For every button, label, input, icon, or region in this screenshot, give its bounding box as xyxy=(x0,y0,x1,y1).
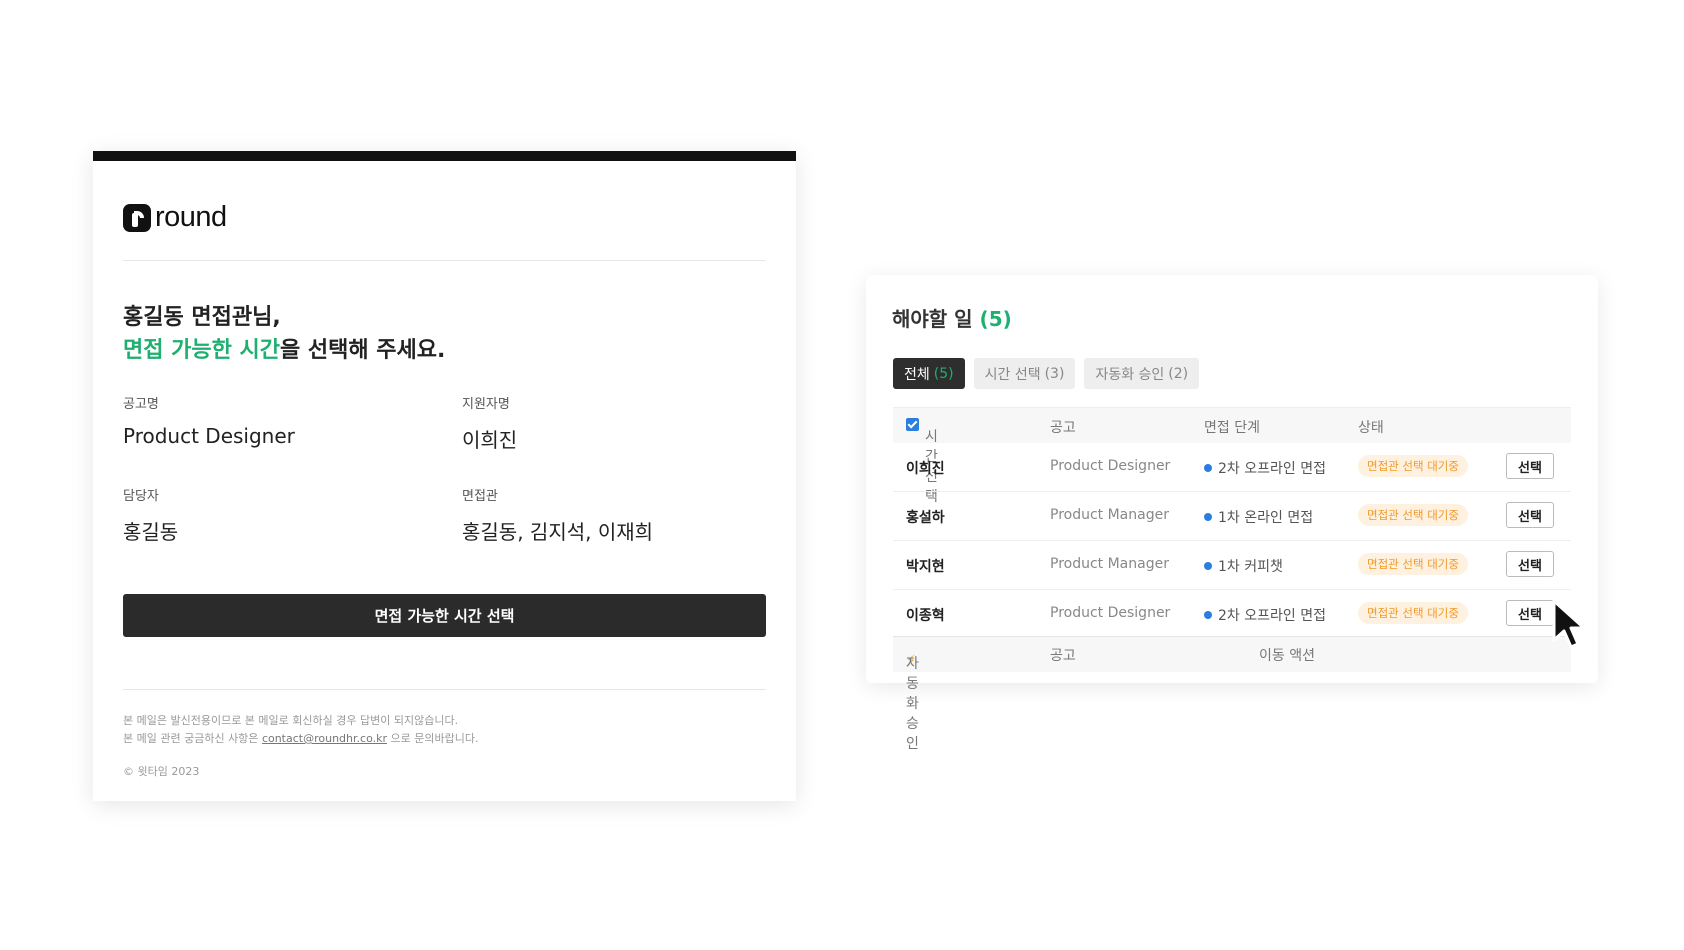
mouse-pointer-icon xyxy=(1552,599,1586,649)
status-badge: 면접관 선택 대기중 xyxy=(1358,553,1468,575)
field-interviewers: 면접관 홍길동, 김지석, 이재희 xyxy=(462,485,653,545)
status-badge: 면접관 선택 대기중 xyxy=(1358,455,1468,477)
table-row: 홍설하 Product Manager 1차 온라인 면접 면접관 선택 대기중… xyxy=(893,492,1571,541)
interview-stage: 2차 오프라인 면접 xyxy=(1204,605,1326,625)
header-divider xyxy=(123,260,766,261)
tab-count: (2) xyxy=(1168,365,1189,382)
greeting-line2: 면접 가능한 시간을 선택해 주세요. xyxy=(123,334,445,367)
interview-stage: 1차 온라인 면접 xyxy=(1204,507,1313,527)
interview-stage: 1차 커피챗 xyxy=(1204,556,1283,576)
field-applicant: 지원자명 이희진 xyxy=(462,393,517,453)
field-value: Product Designer xyxy=(123,424,295,448)
field-value: 홍길동, 김지석, 이재희 xyxy=(462,520,654,544)
table-header: 시간 선택 공고 면접 단계 상태 xyxy=(893,407,1571,505)
field-label: 지원자명 xyxy=(462,397,510,412)
candidate-name: 박지현 xyxy=(906,559,945,575)
footer-contact-post: 으로 문의바랍니다. xyxy=(390,732,479,745)
stage-text: 2차 오프라인 면접 xyxy=(1218,461,1326,477)
greeting-line1: 홍길동 면접관님, xyxy=(123,305,281,330)
footer-contact: 본 메일 관련 궁금하신 사항은 contact@roundhr.co.kr 으… xyxy=(123,730,478,746)
header-time-select[interactable]: 시간 선택 xyxy=(906,417,938,505)
email-card: round 홍길동 면접관님, 면접 가능한 시간을 선택해 주세요. 공고명 … xyxy=(93,151,796,801)
round-logo-icon xyxy=(123,203,151,232)
job-title: Product Manager xyxy=(1050,556,1169,572)
status-badge: 면접관 선택 대기중 xyxy=(1358,602,1468,624)
tab-label: 전체 xyxy=(904,366,930,383)
auto-approve-text: 자동화 승인 xyxy=(906,656,919,752)
footer-move-action: 이동 액션 xyxy=(1259,648,1315,664)
copyright: © 윗타임 2023 xyxy=(123,765,200,778)
tab-time-select[interactable]: 시간 선택 (3) xyxy=(973,358,1076,389)
header-stage: 면접 단계 xyxy=(1204,420,1260,436)
contact-email-link[interactable]: contact@roundhr.co.kr xyxy=(262,732,387,745)
greeting-rest: 을 선택해 주세요. xyxy=(280,338,446,363)
header-posting: 공고 xyxy=(1050,420,1076,436)
field-posting: 공고명 Product Designer xyxy=(123,393,295,448)
select-button[interactable]: 선택 xyxy=(1506,453,1554,479)
tab-label: 자동화 승인 xyxy=(1095,366,1165,383)
status-dot-icon xyxy=(1204,562,1212,570)
select-button[interactable]: 선택 xyxy=(1506,551,1554,577)
tab-count: (3) xyxy=(1044,365,1065,382)
tab-auto-approve[interactable]: 자동화 승인 (2) xyxy=(1084,358,1200,389)
tab-count: (5) xyxy=(933,365,954,382)
select-button[interactable]: 선택 xyxy=(1506,600,1554,626)
status-dot-icon xyxy=(1204,464,1212,472)
footer-contact-pre: 본 메일 관련 궁금하신 사항은 xyxy=(123,732,259,745)
footer-posting: 공고 xyxy=(1050,648,1076,664)
field-value: 이희진 xyxy=(462,428,518,452)
select-button[interactable]: 선택 xyxy=(1506,502,1554,528)
checkbox-checked-icon[interactable] xyxy=(906,418,919,431)
greeting-highlight: 면접 가능한 시간 xyxy=(123,338,280,363)
table-row: 박지현 Product Manager 1차 커피챗 면접관 선택 대기중 선택 xyxy=(893,541,1571,590)
todo-title-count: (5) xyxy=(979,307,1012,331)
stage-text: 1차 커피챗 xyxy=(1218,559,1283,575)
footer-divider xyxy=(123,689,766,690)
todo-title: 해야할 일 (5) xyxy=(892,303,1012,332)
job-title: Product Manager xyxy=(1050,507,1169,523)
greeting-heading: 홍길동 면접관님, 면접 가능한 시간을 선택해 주세요. xyxy=(123,301,445,367)
field-label: 면접관 xyxy=(462,489,498,504)
table-row: 이종혁 Product Designer 2차 오프라인 면접 면접관 선택 대… xyxy=(893,590,1571,639)
tab-all[interactable]: 전체 (5) xyxy=(893,358,965,389)
status-badge: 면접관 선택 대기중 xyxy=(1358,504,1468,526)
logo-text: round xyxy=(155,201,227,233)
todo-title-text: 해야할 일 xyxy=(892,307,973,331)
status-dot-icon xyxy=(1204,611,1212,619)
field-value: 홍길동 xyxy=(123,520,179,544)
footer-notice: 본 메일은 발신전용이므로 본 메일로 회신하실 경우 답변이 되지않습니다. xyxy=(123,714,459,727)
todo-panel: 해야할 일 (5) 전체 (5) 시간 선택 (3) 자동화 승인 (2) 시간 선택… xyxy=(866,275,1598,752)
interview-stage: 2차 오프라인 면접 xyxy=(1204,458,1326,478)
tab-label: 시간 선택 xyxy=(984,366,1041,383)
job-title: Product Designer xyxy=(1050,605,1171,621)
status-dot-icon xyxy=(1204,513,1212,521)
stage-text: 1차 온라인 면접 xyxy=(1218,510,1314,526)
candidate-name: 홍설하 xyxy=(906,510,945,526)
select-time-button[interactable]: 면접 가능한 시간 선택 xyxy=(123,594,766,637)
field-manager: 담당자 홍길동 xyxy=(123,485,178,545)
round-logo: round xyxy=(123,201,227,234)
field-label: 담당자 xyxy=(123,489,159,504)
candidate-name: 이희진 xyxy=(906,461,945,477)
auto-approve-row: ⚡ 자동화 승인 공고 이동 액션 xyxy=(893,636,1571,752)
stage-text: 2차 오프라인 면접 xyxy=(1218,608,1326,624)
candidate-name: 이종혁 xyxy=(906,608,945,624)
field-label: 공고명 xyxy=(123,397,159,412)
job-title: Product Designer xyxy=(1050,458,1171,474)
todo-tabs: 전체 (5) 시간 선택 (3) 자동화 승인 (2) xyxy=(893,358,1200,389)
header-status: 상태 xyxy=(1358,420,1384,436)
table-row: 이희진 Product Designer 2차 오프라인 면접 면접관 선택 대… xyxy=(893,443,1571,492)
